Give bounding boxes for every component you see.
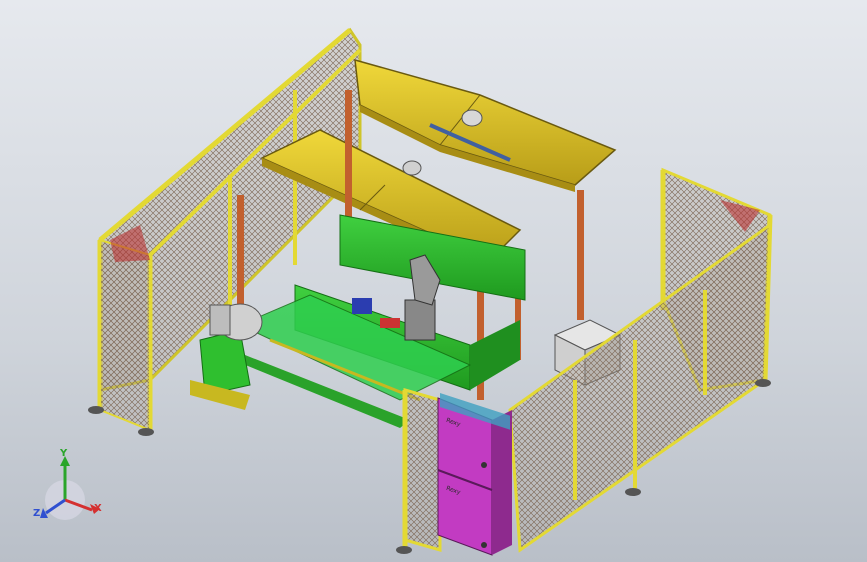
cad-viewport[interactable]: Y X Z Rexy Rexy (0, 0, 867, 562)
z-axis-label: Z (33, 508, 41, 519)
y-axis-label: Y (60, 448, 68, 459)
right-safety-fence (508, 167, 773, 553)
coordinate-triad (40, 456, 100, 520)
assembly-3d-view (40, 27, 773, 556)
front-gate-fence (396, 388, 442, 554)
x-axis-label: X (94, 503, 102, 514)
